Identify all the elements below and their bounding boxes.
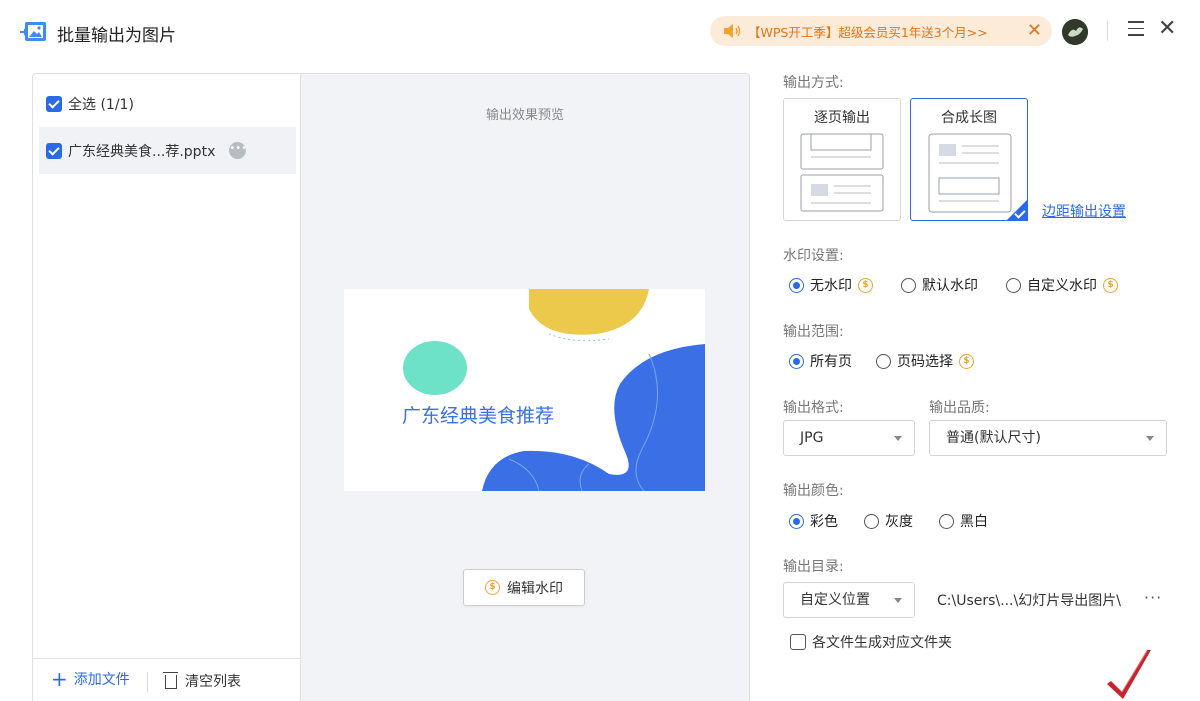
radio-label: 所有页 — [810, 354, 852, 370]
chevron-down-icon — [894, 598, 902, 603]
radio-selected-icon[interactable] — [789, 277, 804, 293]
trash-icon — [163, 672, 178, 689]
format-value: JPG — [800, 430, 824, 446]
chevron-down-icon — [1146, 436, 1154, 441]
long-image-illustration — [928, 133, 1012, 213]
radio-custom-watermark[interactable]: 自定义水印 $ — [1006, 275, 1118, 295]
radio-label: 页码选择 — [897, 354, 953, 370]
range-label: 输出范围: — [783, 324, 844, 340]
radio-unselected-icon[interactable] — [939, 513, 954, 529]
radio-label: 无水印 — [810, 278, 852, 294]
margin-settings-link[interactable]: 边距输出设置 — [1042, 201, 1126, 221]
format-label: 输出格式: — [783, 400, 844, 416]
radio-label: 彩色 — [810, 514, 838, 530]
checkbox-checked-icon[interactable] — [46, 96, 62, 112]
directory-label: 输出目录: — [783, 559, 844, 575]
radio-selected-icon[interactable] — [789, 353, 804, 369]
per-page-illustration — [800, 133, 884, 212]
slide-artwork — [403, 289, 705, 491]
radio-unselected-icon[interactable] — [1006, 277, 1021, 293]
add-file-button[interactable]: + 添加文件 — [51, 669, 130, 689]
edit-watermark-button[interactable]: $ 编辑水印 — [463, 569, 585, 606]
radio-label: 自定义水印 — [1027, 278, 1097, 294]
preview-title: 输出效果预览 — [485, 108, 564, 123]
coin-icon: $ — [485, 580, 500, 595]
mode-per-page-label: 逐页输出 — [814, 110, 870, 126]
select-all-label: 全选 (1/1) — [68, 97, 134, 113]
watermark-label: 水印设置: — [783, 248, 844, 264]
chevron-down-icon — [894, 436, 902, 441]
preview-panel: 输出效果预览 广东经典美食推荐 $ 编辑水印 — [300, 73, 750, 701]
per-file-folder-label: 各文件生成对应文件夹 — [812, 635, 952, 651]
radio-selected-icon[interactable] — [789, 513, 804, 529]
coin-icon: $ — [858, 277, 873, 293]
file-name: 广东经典美食...荐.pptx — [68, 143, 216, 160]
red-checkmark-icon — [1107, 650, 1151, 699]
radio-label: 黑白 — [960, 514, 988, 530]
more-options-icon[interactable]: ••• — [229, 142, 247, 159]
radio-grayscale[interactable]: 灰度 — [864, 511, 913, 531]
footer-divider — [147, 672, 148, 692]
range-options: 所有页 页码选择 $ — [789, 351, 1002, 371]
coin-icon: $ — [1103, 277, 1118, 293]
window-title: 批量输出为图片 — [57, 26, 176, 46]
coin-icon: $ — [959, 353, 974, 369]
radio-all-pages[interactable]: 所有页 — [789, 351, 852, 371]
radio-label: 灰度 — [885, 514, 913, 530]
slide-preview: 广东经典美食推荐 — [344, 289, 705, 491]
file-list-item[interactable]: 广东经典美食...荐.pptx ••• — [39, 127, 296, 174]
directory-location-value: 自定义位置 — [800, 592, 870, 608]
watermark-options: 无水印 $ 默认水印 自定义水印 $ — [789, 275, 1146, 295]
selected-check-icon — [1006, 199, 1028, 221]
browse-more-icon[interactable]: ··· — [1144, 588, 1162, 607]
radio-unselected-icon[interactable] — [901, 277, 916, 293]
image-export-icon — [20, 22, 46, 41]
clear-list-button[interactable]: 清空列表 — [163, 671, 241, 691]
color-options: 彩色 灰度 黑白 — [789, 511, 1016, 531]
mode-per-page-card[interactable]: 逐页输出 — [783, 98, 901, 221]
per-file-folder-checkbox[interactable]: 各文件生成对应文件夹 — [790, 632, 952, 652]
radio-color[interactable]: 彩色 — [789, 511, 838, 531]
select-all-checkbox[interactable]: 全选 (1/1) — [46, 94, 134, 114]
mode-long-image-card[interactable]: 合成长图 — [910, 98, 1028, 221]
format-select[interactable]: JPG — [783, 420, 915, 456]
mode-long-image-label: 合成长图 — [941, 110, 997, 126]
radio-unselected-icon[interactable] — [864, 513, 879, 529]
radio-label: 默认水印 — [922, 278, 978, 294]
radio-page-select[interactable]: 页码选择 $ — [876, 351, 974, 371]
checkbox-checked-icon[interactable] — [46, 142, 62, 159]
quality-value: 普通(默认尺寸) — [946, 430, 1041, 446]
file-panel-footer: + 添加文件 清空列表 — [33, 658, 301, 701]
radio-black-white[interactable]: 黑白 — [939, 511, 988, 531]
quality-select[interactable]: 普通(默认尺寸) — [929, 420, 1167, 456]
quality-label: 输出品质: — [929, 400, 990, 416]
add-file-label: 添加文件 — [73, 672, 130, 688]
radio-unselected-icon[interactable] — [876, 353, 891, 369]
radio-no-watermark[interactable]: 无水印 $ — [789, 275, 873, 295]
checkbox-unchecked-icon[interactable] — [790, 634, 806, 650]
output-path: C:\Users\...\幻灯片导出图片\ — [937, 593, 1121, 609]
output-mode-label: 输出方式: — [783, 75, 844, 91]
settings-panel: 输出方式: 逐页输出 合成长图 边距输出设置 水印设置: 无水印 $ 默认水印 … — [783, 0, 1183, 701]
speaker-icon — [724, 24, 741, 38]
directory-location-select[interactable]: 自定义位置 — [783, 582, 915, 618]
slide-title: 广东经典美食推荐 — [402, 405, 555, 427]
edit-watermark-label: 编辑水印 — [507, 580, 563, 597]
plus-icon: + — [51, 667, 68, 691]
clear-list-label: 清空列表 — [185, 674, 241, 690]
color-label: 输出颜色: — [783, 483, 844, 499]
radio-default-watermark[interactable]: 默认水印 — [901, 275, 978, 295]
file-list-panel: 全选 (1/1) 广东经典美食...荐.pptx ••• + 添加文件 清空列表 — [32, 73, 301, 701]
